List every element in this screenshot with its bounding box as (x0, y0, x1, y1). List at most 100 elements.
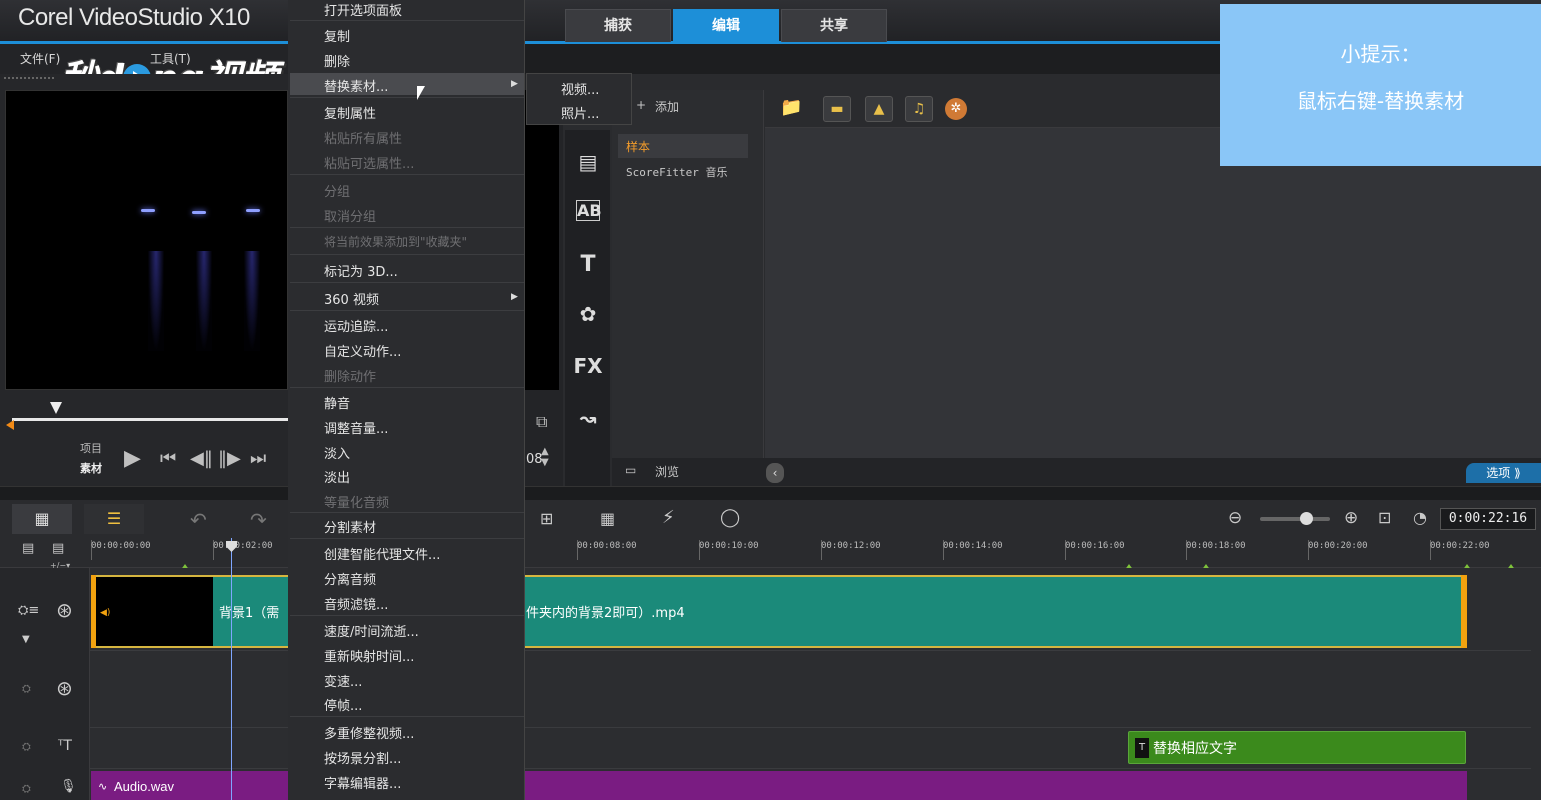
menu-item-audio-filter[interactable]: 音频滤镜... (324, 594, 388, 613)
menu-item-multi-trim[interactable]: 多重修整视频... (324, 723, 414, 742)
expand-track-icon[interactable]: ▼ (22, 634, 30, 645)
zoom-slider[interactable] (1260, 517, 1330, 521)
tab-capture[interactable]: 捕获 (565, 9, 671, 42)
menu-item-variable-speed[interactable]: 变速... (324, 671, 362, 690)
menu-item-copy[interactable]: 复制 (324, 26, 350, 45)
menu-item-motion-tracking[interactable]: 运动追踪... (324, 316, 388, 335)
motion-track-icon[interactable]: ⚡ (662, 507, 675, 528)
menu-item-split-by-scene[interactable]: 按场景分割... (324, 748, 401, 767)
tip-heading: 小提示： (1340, 42, 1421, 66)
end-icon[interactable]: ⏭ (250, 448, 266, 469)
multicam-icon[interactable]: ▦ (600, 509, 615, 528)
menu-item-ungroup[interactable]: 取消分组 (324, 206, 376, 225)
menu-item-copy-attributes[interactable]: 复制属性 (324, 103, 376, 122)
add-icon[interactable]: + (636, 98, 646, 112)
add-chapter-icon[interactable]: ▤ (52, 541, 64, 556)
show-audio-icon[interactable]: ♫ (905, 96, 933, 122)
menu-item-create-proxy[interactable]: 创建智能代理文件... (324, 544, 440, 563)
menu-item-mark-3d[interactable]: 标记为 3D... (324, 261, 398, 280)
path-icon[interactable]: ↝ (568, 406, 608, 430)
library-item-samples[interactable]: 样本 (618, 134, 748, 158)
menu-item-paste-all-attributes[interactable]: 粘贴所有属性 (324, 128, 402, 147)
add-folder-label[interactable]: 添加 (655, 98, 679, 115)
playhead-line[interactable] (231, 538, 232, 800)
menu-item-normalize-audio[interactable]: 等量化音频 (324, 492, 389, 511)
clip-trim-handle-left[interactable] (91, 575, 96, 648)
play-icon[interactable]: ▶ (124, 446, 141, 471)
menu-item-fade-in[interactable]: 淡入 (324, 443, 350, 462)
collapse-left-icon[interactable]: ‹ (766, 463, 784, 483)
options-button[interactable]: 选项 ⟫ (1466, 463, 1541, 483)
menu-item-delete[interactable]: 删除 (324, 51, 350, 70)
audio-track-toggle-icon[interactable]: ⛭ (22, 782, 31, 796)
menu-item-fade-out[interactable]: 淡出 (324, 467, 350, 486)
next-frame-icon[interactable]: ‖▶ (218, 448, 241, 469)
folder-icon[interactable]: 📁 (780, 97, 802, 118)
overlay-reel-icon: ⊛ (56, 676, 73, 700)
clip-trim-handle-right[interactable] (1461, 575, 1467, 648)
menu-item-mute[interactable]: 静音 (324, 393, 350, 412)
filter-icon[interactable]: FX (568, 354, 608, 378)
library-footer (612, 458, 1541, 486)
home-icon[interactable]: ⏮ (160, 448, 176, 469)
spin-arrows-icon[interactable]: ▲ ▼ (541, 446, 549, 468)
menu-item-split-clip[interactable]: 分割素材 (324, 517, 376, 536)
zoom-in-icon[interactable]: ⊕ (1344, 508, 1358, 528)
panel-splitter[interactable] (0, 486, 1541, 500)
scrubber-track[interactable] (12, 418, 288, 421)
tip-box: 小提示： 鼠标右键-替换素材 (1220, 4, 1541, 166)
menu-item-group[interactable]: 分组 (324, 181, 350, 200)
menu-item-subtitle-editor[interactable]: 字幕编辑器... (324, 773, 401, 792)
clip-mode-label[interactable]: 素材 (80, 460, 102, 476)
title-icon[interactable]: T (568, 252, 608, 277)
menu-item-freeze-frame[interactable]: 停帧... (324, 695, 362, 714)
menu-item-replace-clip[interactable]: 替换素材... (324, 76, 388, 95)
fit-project-icon[interactable]: ⊡ (1378, 508, 1391, 527)
graphic-icon[interactable]: ✿ (568, 302, 608, 326)
trim-marker-in[interactable] (6, 420, 14, 430)
timeline-view-icon[interactable]: ☰ (84, 504, 144, 534)
submenu-item-photo[interactable]: 照片... (561, 103, 599, 122)
title-track-toggle-icon[interactable]: ⛭ (22, 740, 31, 754)
show-photo-icon[interactable]: ▲ (865, 96, 893, 122)
preview-screen-edge (525, 90, 559, 390)
scorefitter-icon[interactable]: ✲ (945, 98, 967, 120)
browse-label[interactable]: 浏览 (655, 463, 679, 480)
submenu-item-video[interactable]: 视频... (561, 79, 599, 98)
redo-icon[interactable]: ↷ (250, 508, 267, 532)
panel-grip[interactable] (4, 77, 54, 81)
title-editor-icon[interactable]: ⊞ (540, 509, 553, 528)
overlay-track-toggle-icon[interactable]: ⛭ (22, 682, 31, 696)
menu-item-delete-motion[interactable]: 删除动作 (324, 366, 376, 385)
show-video-icon[interactable]: ▬ (823, 96, 851, 122)
menu-item-paste-selected-attributes[interactable]: 粘贴可选属性... (324, 153, 414, 172)
menu-item-add-to-favorites[interactable]: 将当前效果添加到"收藏夹" (324, 233, 467, 250)
copy-icon[interactable]: ⧉ (536, 412, 547, 432)
menu-item-time-remapping[interactable]: 重新映射时间... (324, 646, 414, 665)
instant-project-icon[interactable]: ▤ (568, 150, 608, 174)
zoom-slider-knob[interactable] (1300, 512, 1313, 525)
scrubber-handle[interactable] (50, 402, 62, 414)
video-track-toggle-icon[interactable]: ⛭≡ (18, 603, 39, 618)
browse-icon[interactable]: ▭ (625, 463, 636, 477)
undo-icon[interactable]: ↶ (190, 508, 207, 532)
menu-item-open-options[interactable]: 打开选项面板 (324, 0, 402, 19)
loop-icon[interactable]: ◯ (720, 507, 740, 528)
project-mode-label[interactable]: 项目 (80, 440, 102, 456)
storyboard-view-icon[interactable]: ▦ (12, 504, 72, 534)
library-item-scorefitter[interactable]: ScoreFitter 音乐 (626, 164, 727, 180)
previous-frame-icon[interactable]: ◀‖ (190, 448, 213, 469)
library-content-area (765, 128, 1541, 458)
transition-icon[interactable]: AB (576, 200, 602, 221)
zoom-out-icon[interactable]: ⊖ (1228, 508, 1242, 528)
menu-item-360-video[interactable]: 360 视频 (324, 289, 379, 308)
menu-item-speed-time-lapse[interactable]: 速度/时间流逝... (324, 621, 419, 640)
menu-item-split-audio[interactable]: 分离音频 (324, 569, 376, 588)
tab-share[interactable]: 共享 (781, 9, 887, 42)
tab-edit[interactable]: 编辑 (673, 9, 779, 42)
track-manager-icon[interactable]: ▤ (22, 541, 34, 556)
menu-item-custom-motion[interactable]: 自定义动作... (324, 341, 401, 360)
menu-file[interactable]: 文件(F) (20, 50, 60, 67)
timeline-timecode[interactable]: 0:00:22:16 (1440, 508, 1536, 530)
menu-item-adjust-volume[interactable]: 调整音量... (324, 418, 388, 437)
